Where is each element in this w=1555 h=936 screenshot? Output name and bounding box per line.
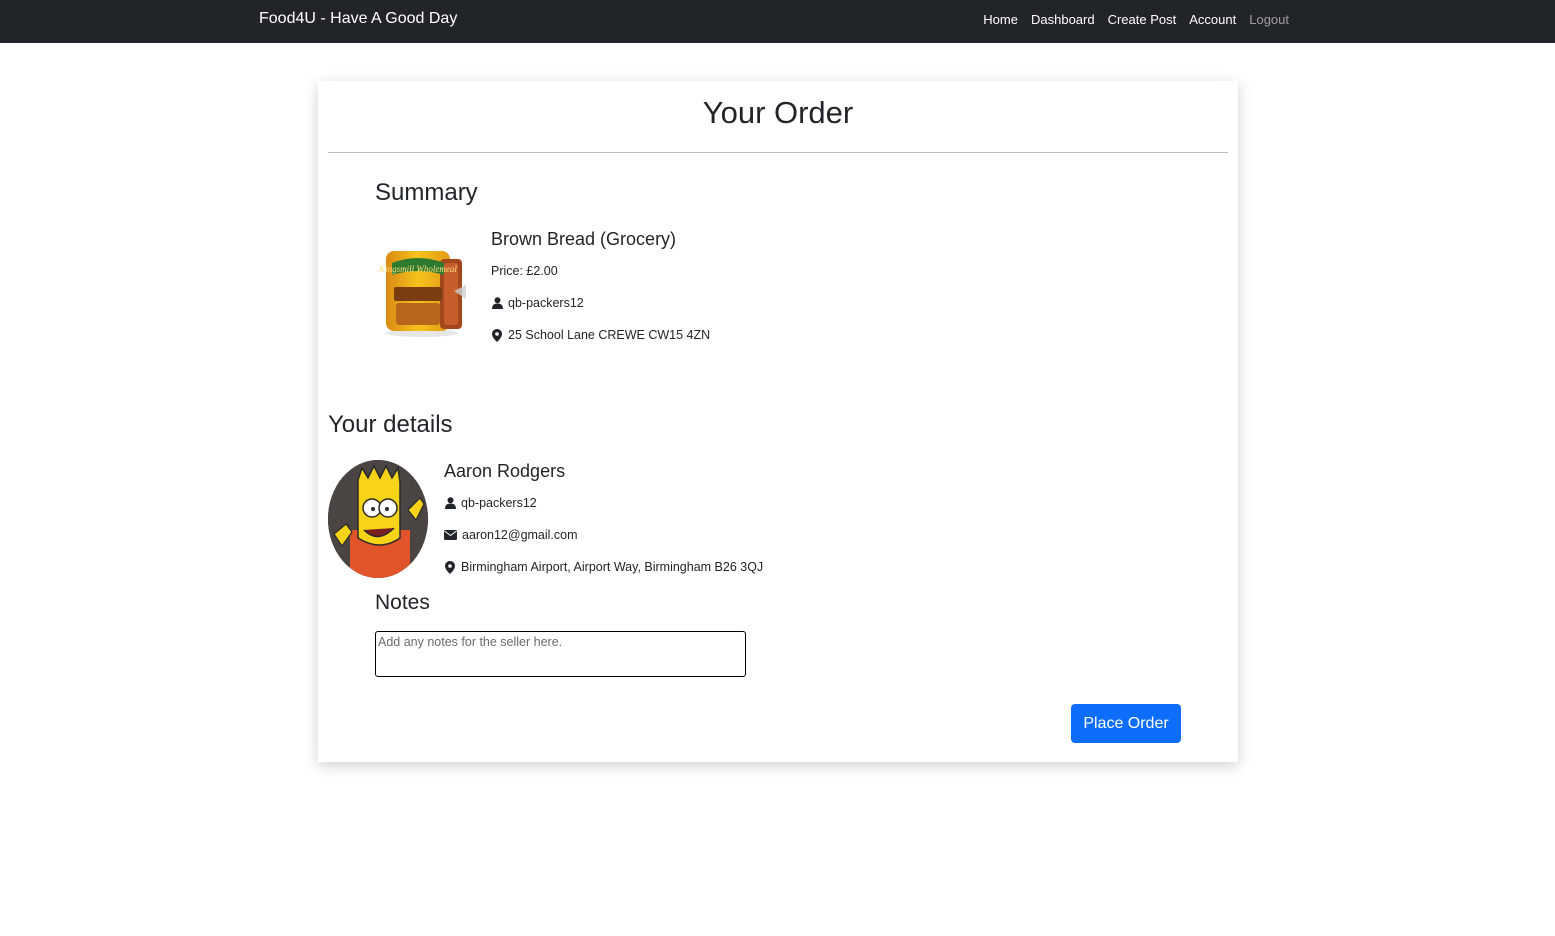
user-username: qb-packers12	[461, 496, 537, 510]
nav-account-link[interactable]: Account	[1189, 12, 1236, 27]
user-icon	[491, 297, 503, 310]
seller-username: qb-packers12	[508, 296, 584, 310]
avatar-image	[328, 460, 428, 578]
title-divider	[328, 152, 1228, 153]
item-title: Brown Bread (Grocery)	[491, 229, 677, 249]
notes-textarea[interactable]	[375, 631, 746, 677]
order-card: Your Order Summary Kingsmill Wholemeal B…	[318, 81, 1238, 762]
nav-create-post-link[interactable]: Create Post	[1108, 12, 1177, 27]
seller-address-line: 25 School Lane CREWE CW15 4ZN	[491, 328, 710, 342]
bread-loaf-image: Kingsmill Wholemeal	[378, 251, 466, 337]
user-address-line: Birmingham Airport, Airport Way, Birming…	[444, 560, 763, 574]
product-image: Kingsmill Wholemeal	[378, 241, 474, 341]
avatar	[328, 460, 428, 578]
user-email-line: aaron12@gmail.com	[444, 528, 578, 542]
bread-brand-text: Kingsmill Wholemeal	[378, 264, 457, 274]
user-icon	[444, 497, 456, 510]
nav-links: Home Dashboard Create Post Account Logou…	[983, 12, 1289, 27]
nav-dashboard-link[interactable]: Dashboard	[1031, 12, 1095, 27]
summary-heading: Summary	[375, 179, 478, 206]
page-title: Your Order	[702, 95, 854, 130]
notes-heading: Notes	[375, 591, 430, 614]
price-text: Price: £2.00	[491, 264, 558, 278]
brand-link[interactable]: Food4U - Have A Good Day	[259, 10, 457, 28]
price-line: Price: £2.00	[491, 264, 558, 278]
place-order-button[interactable]: Place Order	[1071, 704, 1181, 743]
top-navbar: Food4U - Have A Good Day Home Dashboard …	[0, 0, 1555, 43]
user-address: Birmingham Airport, Airport Way, Birming…	[461, 560, 764, 574]
user-username-line: qb-packers12	[444, 496, 537, 510]
user-full-name: Aaron Rodgers	[444, 461, 566, 481]
your-details-heading: Your details	[328, 411, 453, 438]
nav-logout-link[interactable]: Logout	[1249, 12, 1289, 27]
seller-line: qb-packers12	[491, 296, 584, 310]
envelope-icon	[444, 529, 457, 542]
user-email: aaron12@gmail.com	[462, 528, 578, 542]
location-pin-icon	[491, 328, 503, 342]
nav-home-link[interactable]: Home	[983, 12, 1018, 27]
seller-address: 25 School Lane CREWE CW15 4ZN	[508, 328, 711, 342]
location-pin-icon	[444, 560, 456, 574]
